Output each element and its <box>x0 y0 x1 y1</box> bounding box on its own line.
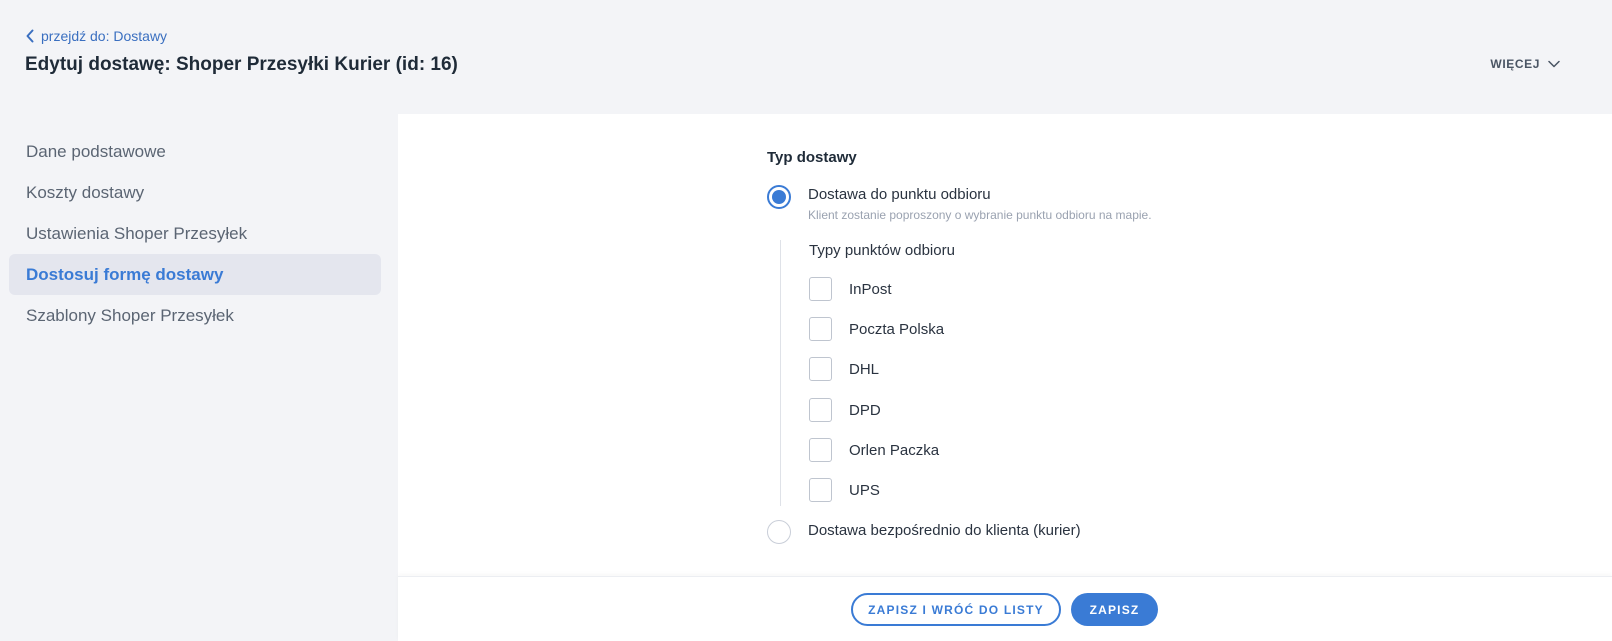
pickup-types-title: Typy punktów odbioru <box>809 242 955 259</box>
back-link[interactable]: przejdź do: Dostawy <box>25 28 167 44</box>
checkbox[interactable] <box>809 438 832 462</box>
pickup-type-dhl[interactable]: DHL <box>809 357 879 381</box>
option-label: UPS <box>849 481 880 499</box>
more-menu-label[interactable]: WIĘCEJ <box>1490 57 1540 71</box>
checkbox[interactable] <box>809 478 832 502</box>
checkbox[interactable] <box>809 357 832 381</box>
chevron-down-icon <box>1548 60 1560 68</box>
save-button[interactable]: ZAPISZ <box>1071 593 1158 626</box>
chevron-left-icon <box>26 29 34 43</box>
pickup-type-ups[interactable]: UPS <box>809 478 880 502</box>
option-label: Orlen Paczka <box>849 441 940 459</box>
option-label: DPD <box>849 401 881 419</box>
pickup-type-inpost[interactable]: InPost <box>809 277 892 301</box>
checkbox[interactable] <box>809 317 832 341</box>
sidebar-item-delivery-costs[interactable]: Koszty dostawy <box>9 172 381 213</box>
option-label: Poczta Polska <box>849 320 945 338</box>
back-link-label[interactable]: przejdź do: Dostawy <box>41 28 167 44</box>
pickup-type-poczta-polska[interactable]: Poczta Polska <box>809 317 944 341</box>
page-title: Edytuj dostawę: Shoper Przesyłki Kurier … <box>25 54 458 75</box>
pickup-point-radio[interactable] <box>767 185 791 209</box>
sidebar-item-shipping-settings[interactable]: Ustawienia Shoper Przesyłek <box>9 213 381 254</box>
page-header: przejdź do: Dostawy Edytuj dostawę: Shop… <box>0 0 1612 114</box>
sidebar-item-basic-data[interactable]: Dane podstawowe <box>9 131 381 172</box>
delivery-type-title: Typ dostawy <box>767 149 857 166</box>
option-label: DHL <box>849 360 880 378</box>
courier-radio[interactable] <box>767 520 791 544</box>
main-panel <box>398 114 1612 576</box>
sidebar-item-customize-delivery[interactable]: Dostosuj formę dostawy <box>9 254 381 295</box>
save-and-back-button[interactable]: ZAPISZ I WRÓĆ DO LISTY <box>851 593 1061 626</box>
pickup-type-orlen-paczka[interactable]: Orlen Paczka <box>809 438 939 462</box>
pickup-point-hint: Klient zostanie poproszony o wybranie pu… <box>808 208 1152 222</box>
sidebar-nav: Dane podstawowe Koszty dostawy Ustawieni… <box>9 131 381 336</box>
more-menu-button[interactable]: WIĘCEJ <box>1490 57 1560 71</box>
nested-divider <box>780 240 781 506</box>
checkbox[interactable] <box>809 398 832 422</box>
option-label: InPost <box>849 280 892 298</box>
sidebar-item-shipping-templates[interactable]: Szablony Shoper Przesyłek <box>9 295 381 336</box>
checkbox[interactable] <box>809 277 832 301</box>
pickup-type-dpd[interactable]: DPD <box>809 398 881 422</box>
courier-label[interactable]: Dostawa bezpośrednio do klienta (kurier) <box>808 522 1081 539</box>
pickup-point-label[interactable]: Dostawa do punktu odbioru <box>808 186 991 203</box>
